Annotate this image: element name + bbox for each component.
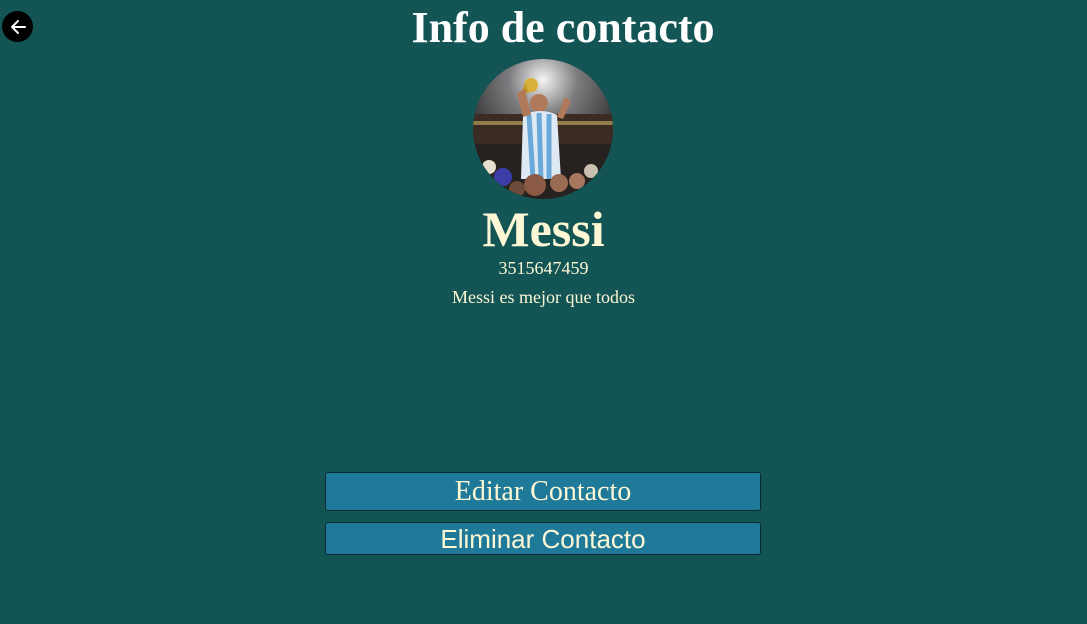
- contact-phone: 3515647459: [498, 258, 589, 278]
- contact-description: Messi es mejor que todos: [452, 287, 635, 307]
- delete-contact-button[interactable]: Eliminar Contacto: [325, 522, 761, 555]
- page-title: Info de contacto: [411, 3, 715, 52]
- avatar: [473, 59, 613, 199]
- edit-contact-button[interactable]: Editar Contacto: [325, 472, 761, 511]
- contact-name: Messi: [482, 201, 605, 257]
